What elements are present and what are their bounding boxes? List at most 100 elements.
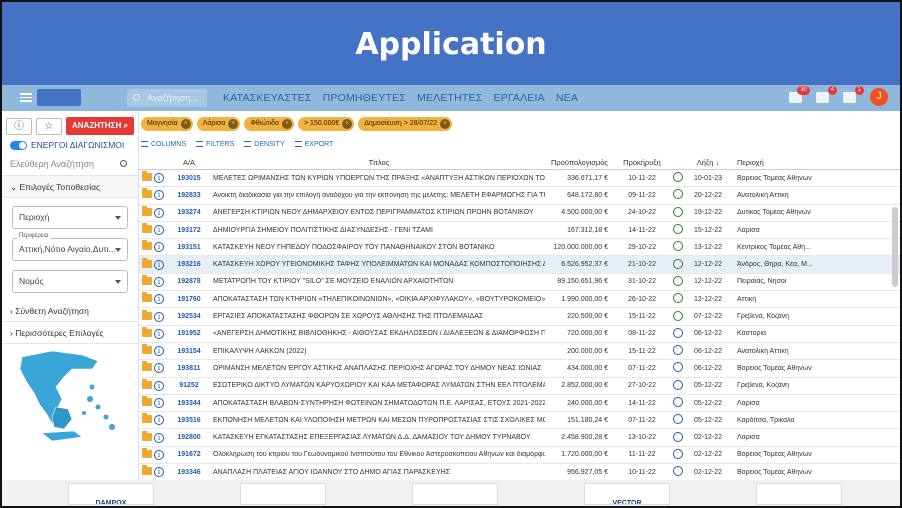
row-id[interactable]: 192800	[169, 434, 209, 441]
greece-map[interactable]	[12, 347, 124, 447]
complex-search-section[interactable]: › Σύνθετη Αναζήτηση	[2, 300, 138, 322]
row-id[interactable]: 193516	[169, 417, 209, 424]
active-tenders-toggle[interactable]: ΕΝΕΡΓΟΙ ΔΙΑΓΩΝΙΣΜΟΙ	[2, 138, 138, 152]
header-notice[interactable]: Προκήρυξη	[611, 158, 673, 167]
row-title[interactable]: Ολοκλήρωση του κτιρίου του Γεωδυναμικού …	[209, 451, 545, 458]
info-icon[interactable]: i	[154, 294, 164, 305]
folder-icon[interactable]	[142, 430, 152, 441]
toggle-switch[interactable]	[10, 140, 27, 150]
info-icon[interactable]: i	[154, 380, 164, 391]
table-row[interactable]: i 192878 ΜΕΤΑΤΡΟΠΗ ΤΟΥ ΚΤΙΡΙΟΥ "SILO" ΣΕ Μ…	[139, 274, 900, 292]
row-id[interactable]: 192833	[169, 192, 209, 199]
search-button[interactable]: ΑΝΑΖΗΤΗΣΗ ⌕	[66, 117, 134, 135]
header-expiry[interactable]: Λήξη ↓	[687, 158, 729, 167]
close-icon[interactable]: ×	[282, 119, 293, 129]
folder-icon[interactable]	[142, 309, 152, 320]
row-id[interactable]: 193346	[169, 469, 209, 476]
row-id[interactable]: 191672	[169, 451, 209, 458]
info-icon[interactable]: i	[154, 225, 164, 236]
info-icon[interactable]: i	[154, 449, 164, 460]
row-id[interactable]: 193172	[169, 227, 209, 234]
folder-icon[interactable]	[142, 344, 152, 355]
info-icon[interactable]: i	[154, 432, 164, 443]
folder-icon[interactable]	[142, 361, 152, 372]
more-options-section[interactable]: › Περισσότερες Επιλογές	[2, 322, 138, 344]
table-row[interactable]: i 193346 ΑΝΑΠΛΑΣΗ ΠΛΑΤΕΙΑΣ ΑΓΙΟΥ ΙΩΑΝΝΟΥ Σ…	[139, 464, 900, 482]
row-id[interactable]: 192878	[169, 278, 209, 285]
table-row[interactable]: i 193154 ΕΠΙΚΑΛΥΨΗ ΛΑΚΚΩΝ (2022) 200.000,00…	[139, 343, 900, 361]
info-icon[interactable]: i	[154, 259, 164, 270]
avatar[interactable]: J	[870, 88, 888, 106]
table-row[interactable]: i 193274 ΑΝΕΓΕΡΣΗ ΚΤΙΡΙΩΝ ΝΕΟΥ ΔΗΜΑΡΧΕΙΟΥ …	[139, 205, 900, 222]
info-icon[interactable]: i	[154, 190, 164, 201]
table-row[interactable]: i 193151 ΚΑΤΑΣΚΕΥΗ ΝΕΟΥ ΓΗΠΕΔΟΥ ΠΟΔΟΣΦΑΙΡΟ…	[139, 239, 900, 257]
row-id[interactable]: 193811	[169, 365, 209, 372]
row-title[interactable]: ΑΝΕΓΕΡΣΗ ΚΤΙΡΙΩΝ ΝΕΟΥ ΔΗΜΑΡΧΕΙΟΥ ΕΝΤΟΣ Π…	[209, 209, 545, 216]
table-row[interactable]: i 91252 ΕΣΩΤΕΡΙΚΟ ΔΙΚΤΥΟ ΛΥΜΑΤΩΝ ΚΑΡΥΟΧΩΡΙ…	[139, 378, 900, 395]
folder-icon[interactable]	[142, 223, 152, 234]
close-icon[interactable]: ×	[440, 119, 451, 129]
row-id[interactable]: 191760	[169, 296, 209, 303]
table-row[interactable]: i 193811 ΩΡΙΜΑΝΣΗ ΜΕΛΕΤΩΝ ΈΡΓΟΥ ΑΣΤΙΚΗΣ ΑΝ…	[139, 360, 900, 378]
info-tab-icon[interactable]: ⓘ	[6, 117, 32, 135]
info-icon[interactable]: i	[154, 328, 164, 339]
row-id[interactable]: 193274	[169, 209, 209, 216]
scrollbar[interactable]	[892, 207, 898, 287]
search-icon[interactable]	[120, 160, 127, 167]
row-title[interactable]: Ανοικτή διαδικασία για την επιλογή αναδό…	[209, 192, 545, 199]
folder-icon[interactable]	[142, 465, 152, 476]
row-title[interactable]: «ΑΝΕΓΕΡΣΗ ΔΗΜΟΤΙΚΗΣ ΒΙΒΛΙΟΘΗΚΗΣ - ΑΙΘΟΥΣ…	[209, 330, 545, 337]
filter-chip[interactable]: Λάρισα ×	[196, 117, 241, 131]
filter-chip[interactable]: Φθιώτιδα ×	[244, 117, 295, 131]
mail-icon[interactable]: 4	[816, 85, 837, 103]
menu-icon[interactable]	[20, 93, 32, 102]
app-logo[interactable]	[37, 89, 81, 106]
row-id[interactable]: 192534	[169, 313, 209, 320]
folder-icon[interactable]	[142, 171, 152, 182]
info-icon[interactable]: i	[154, 311, 164, 322]
info-icon[interactable]: i	[154, 467, 164, 478]
free-search-input[interactable]: Ελεύθερη Αναζήτηση	[2, 152, 138, 176]
row-id[interactable]: 193015	[169, 175, 209, 182]
row-title[interactable]: ΚΑΤΑΣΚΕΥΗ ΕΓΚΑΤΑΣΤΑΣΗΣ ΕΠΕΞΕΡΓΑΣΙΑΣ ΛΥΜΑ…	[209, 434, 545, 441]
row-title[interactable]: ΩΡΙΜΑΝΣΗ ΜΕΛΕΤΩΝ ΈΡΓΟΥ ΑΣΤΙΚΗΣ ΑΝΑΠΛΑΣΗΣ…	[209, 365, 545, 372]
nav-item-designers[interactable]: ΜΕΛΕΤΗΤΕΣ	[417, 85, 482, 111]
chat-icon[interactable]: 30	[789, 85, 810, 103]
row-id[interactable]: 191952	[169, 330, 209, 337]
table-row[interactable]: i 193172 ΔΗΜΙΟΥΡΓΙΑ ΣΗΜΕΙΟΥ ΠΟΛΙΤΙΣΤΙΚΗΣ Δ…	[139, 222, 900, 240]
density-button[interactable]: DENSITY	[244, 141, 285, 148]
folder-icon[interactable]	[142, 188, 152, 199]
table-row[interactable]: i 193015 ΜΕΛΕΤΕΣ ΩΡΙΜΑΝΣΗΣ ΤΩΝ ΚΥΡΙΩΝ ΥΠΟΕ…	[139, 170, 900, 188]
folder-icon[interactable]	[142, 292, 152, 303]
folder-icon[interactable]	[142, 413, 152, 424]
info-icon[interactable]: i	[154, 173, 164, 184]
header-region[interactable]: Περιοχή	[729, 158, 864, 167]
row-title[interactable]: ΕΠΙΚΑΛΥΨΗ ΛΑΚΚΩΝ (2022)	[209, 348, 545, 355]
info-icon[interactable]: i	[154, 207, 164, 218]
nav-item-tools[interactable]: ΕΡΓΑΛΕΙΑ	[493, 85, 544, 111]
header-budget[interactable]: Προϋπολογισμός	[545, 158, 611, 167]
folder-icon[interactable]	[142, 326, 152, 337]
columns-button[interactable]: COLUMNS	[141, 141, 186, 148]
filter-chip[interactable]: > 150.000€ ×	[298, 117, 355, 131]
row-title[interactable]: ΕΚΠΟΝΗΣΗ ΜΕΛΕΤΩΝ ΚΑΙ ΥΛΟΠΟΙΗΣΗ ΜΕΤΡΩΝ ΚΑ…	[209, 417, 545, 424]
info-icon[interactable]: i	[154, 276, 164, 287]
table-row[interactable]: i 193516 ΕΚΠΟΝΗΣΗ ΜΕΛΕΤΩΝ ΚΑΙ ΥΛΟΠΟΙΗΣΗ ΜΕ…	[139, 412, 900, 430]
table-row[interactable]: i 193344 ΑΠΟΚΑΤΑΣΤΑΣΗ ΒΛΑΒΩΝ-ΣΥΝΤΗΡΗΣΗ ΦΩΤ…	[139, 395, 900, 413]
row-title[interactable]: ΑΠΟΚΑΤΑΣΤΑΣΗ ΒΛΑΒΩΝ-ΣΥΝΤΗΡΗΣΗ ΦΩΤΕΙΝΩΝ Σ…	[209, 400, 545, 407]
star-tab-icon[interactable]: ☆	[36, 117, 62, 135]
folder-icon[interactable]	[142, 396, 152, 406]
info-icon[interactable]: i	[154, 242, 164, 253]
table-row[interactable]: i 192833 Ανοικτή διαδικασία για την επιλογ…	[139, 187, 900, 205]
top-search-input[interactable]: Αναζήτηση...	[127, 89, 207, 107]
filter-chip[interactable]: Μαγνησία ×	[141, 117, 193, 131]
close-icon[interactable]: ×	[180, 119, 191, 129]
export-button[interactable]: EXPORT	[294, 141, 333, 148]
row-title[interactable]: ΑΠΟΚΑΤΑΣΤΑΣΗ ΤΩΝ ΚΤΗΡΙΩΝ «ΤΗΛΕΠΙΚΟΙΝΩΝΙΩ…	[209, 296, 545, 303]
folder-icon[interactable]	[142, 257, 152, 268]
table-row[interactable]: i 191672 Ολοκλήρωση του κτιρίου του Γεωδυν…	[139, 447, 900, 465]
row-title[interactable]: ΕΡΓΑΣΙΕΣ ΑΠΟΚΑΤΑΣΤΑΣΗΣ ΦΘΟΡΩΝ ΣΕ ΧΩΡΟΥΣ …	[209, 313, 545, 320]
filter-chip[interactable]: Δημοσίευση > 28/07/22 ×	[358, 117, 453, 131]
filters-button[interactable]: FILTERS	[196, 141, 234, 148]
row-title[interactable]: ΔΗΜΙΟΥΡΓΙΑ ΣΗΜΕΙΟΥ ΠΟΛΙΤΙΣΤΙΚΗΣ ΔΙΑΣΥΝΔΕ…	[209, 227, 545, 234]
